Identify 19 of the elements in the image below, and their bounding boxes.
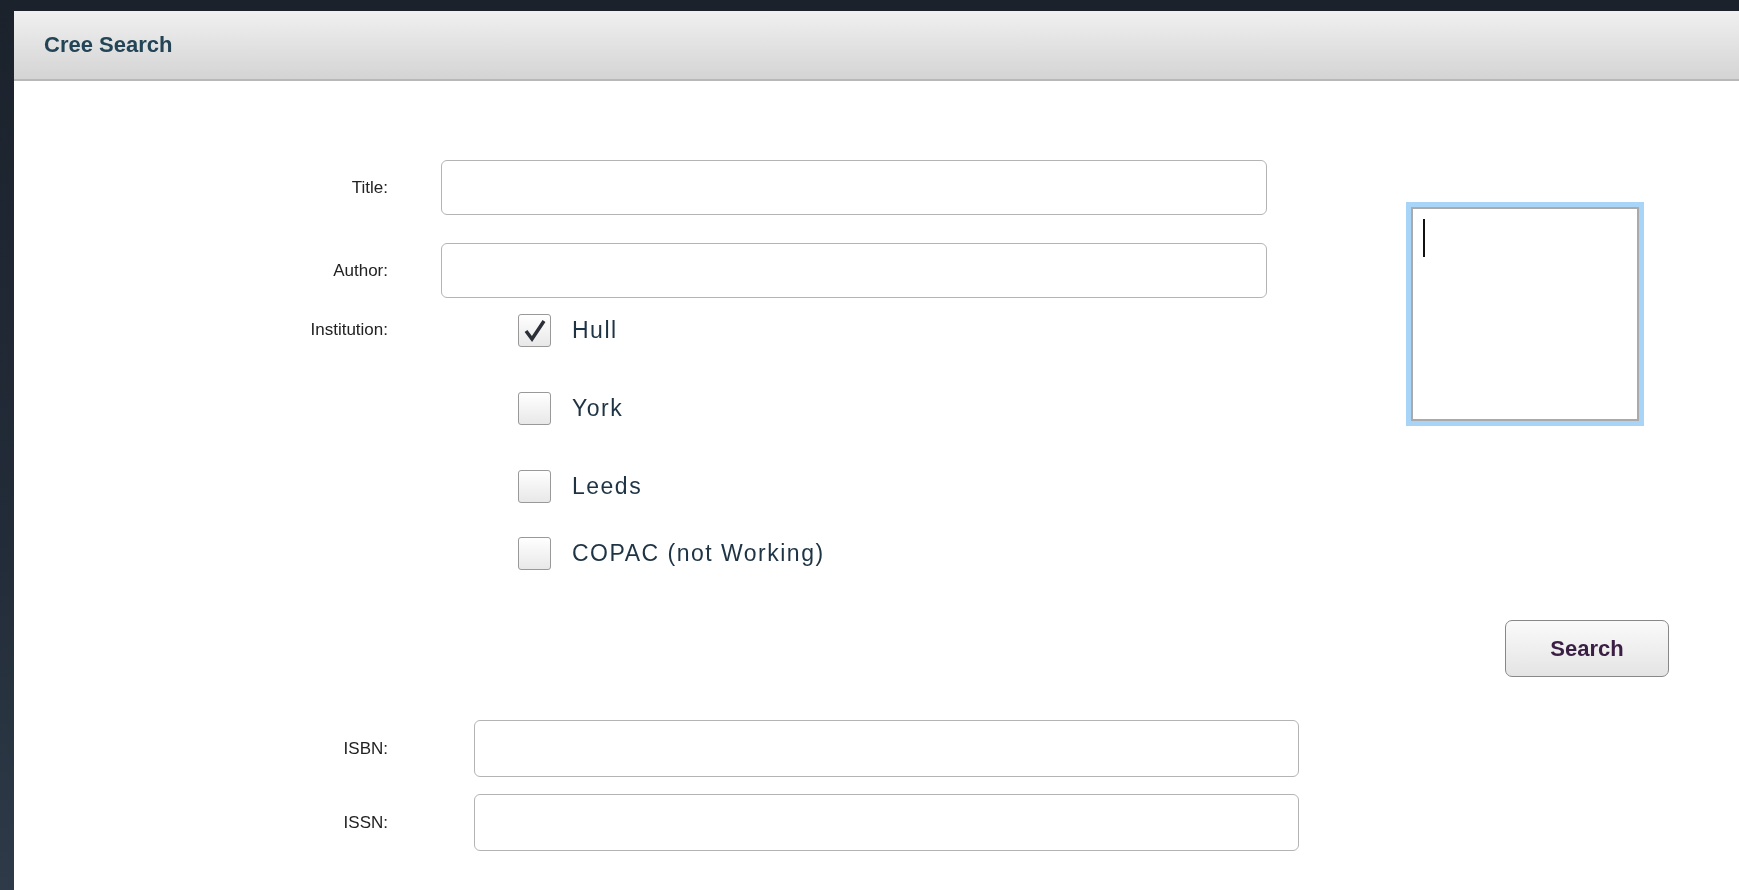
checkbox-label: York — [572, 395, 624, 422]
field-label: Institution: — [309, 319, 388, 340]
field-label: Author: — [332, 260, 388, 281]
checkbox[interactable] — [518, 537, 551, 570]
window-title: Cree Search — [44, 32, 173, 58]
input-field[interactable] — [474, 720, 1299, 777]
input-field[interactable] — [441, 243, 1267, 298]
checkbox-label: COPAC (not Working) — [572, 540, 825, 567]
checkbox-label: Hull — [572, 317, 618, 344]
checkbox[interactable] — [518, 314, 551, 347]
checkbox[interactable] — [518, 470, 551, 503]
checkbox[interactable] — [518, 392, 551, 425]
input-field[interactable] — [474, 794, 1299, 851]
input-field[interactable] — [441, 160, 1267, 215]
field-label: ISSN: — [342, 812, 388, 833]
checkbox-label: Leeds — [572, 473, 643, 500]
field-label: Title: — [350, 177, 388, 198]
field-label: ISBN: — [342, 738, 388, 759]
search-button[interactable]: Search — [1505, 620, 1669, 677]
